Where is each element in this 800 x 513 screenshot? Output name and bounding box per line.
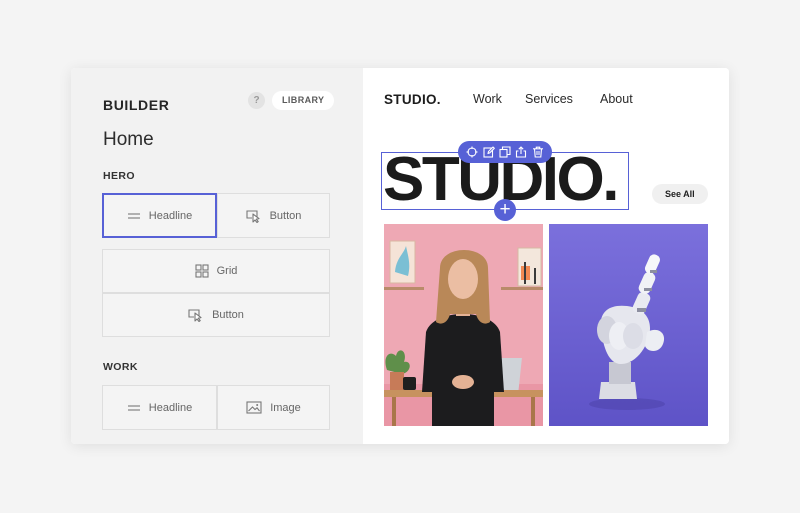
- section-label-hero: HERO: [103, 170, 135, 182]
- cursor-click-icon: [246, 209, 262, 223]
- site-preview: STUDIO. Work Services About STUDIO. + Se…: [363, 68, 729, 444]
- photo-woman-portrait[interactable]: [384, 224, 543, 426]
- photo-robot-hand[interactable]: [549, 224, 708, 426]
- cursor-click-icon: [188, 308, 204, 322]
- block-headline-work[interactable]: Headline: [102, 385, 217, 430]
- duplicate-icon[interactable]: [499, 146, 511, 158]
- builder-window: BUILDER ? LIBRARY Home HERO Headline But…: [71, 68, 729, 444]
- block-button-hero[interactable]: Button: [217, 193, 330, 238]
- see-all-button[interactable]: See All: [652, 184, 708, 204]
- image-icon: [246, 401, 262, 414]
- block-button-hero-2[interactable]: Button: [102, 293, 330, 337]
- help-button[interactable]: ?: [248, 92, 265, 109]
- block-grid-hero[interactable]: Grid: [102, 249, 330, 293]
- move-icon[interactable]: [466, 146, 478, 158]
- builder-title: BUILDER: [103, 97, 170, 113]
- page-title: Home: [103, 129, 154, 150]
- headline-icon: [127, 212, 141, 220]
- block-label: Button: [269, 209, 302, 222]
- add-element-button[interactable]: +: [494, 199, 516, 221]
- share-icon[interactable]: [515, 146, 527, 158]
- section-label-work: WORK: [103, 361, 138, 373]
- block-label: Grid: [216, 265, 238, 277]
- edit-icon[interactable]: [483, 146, 495, 158]
- grid-icon: [195, 264, 209, 278]
- block-label: Button: [212, 309, 244, 321]
- block-label: Headline: [148, 209, 193, 222]
- nav-link-work[interactable]: Work: [473, 92, 502, 106]
- block-headline-hero[interactable]: Headline: [102, 193, 217, 238]
- element-toolbar: [458, 141, 552, 163]
- site-logo[interactable]: STUDIO.: [384, 92, 441, 107]
- block-label: Headline: [148, 401, 193, 414]
- headline-icon: [127, 404, 141, 412]
- builder-panel: BUILDER ? LIBRARY Home HERO Headline But…: [71, 68, 363, 444]
- block-label: Image: [270, 401, 301, 414]
- nav-link-about[interactable]: About: [600, 92, 633, 106]
- block-image-work[interactable]: Image: [217, 385, 330, 430]
- delete-icon[interactable]: [532, 146, 544, 158]
- library-button[interactable]: LIBRARY: [272, 91, 335, 110]
- nav-link-services[interactable]: Services: [525, 92, 573, 106]
